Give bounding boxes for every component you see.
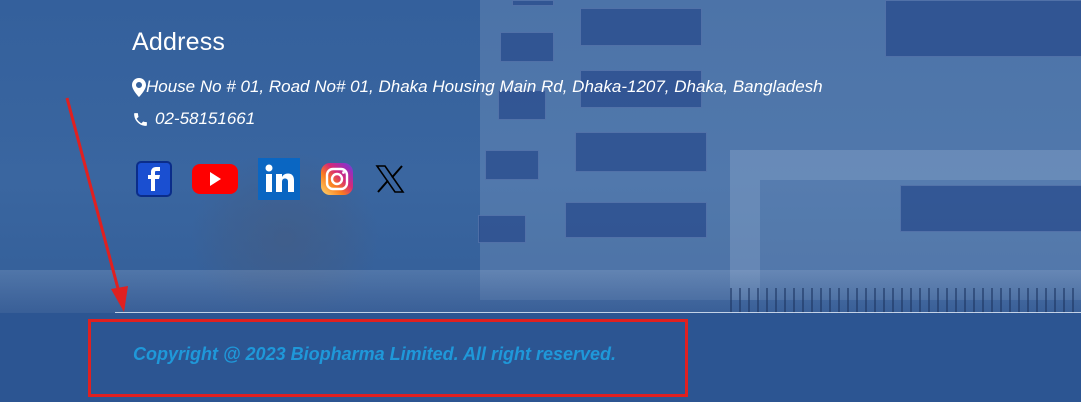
annotation-arrow-icon	[65, 97, 128, 312]
